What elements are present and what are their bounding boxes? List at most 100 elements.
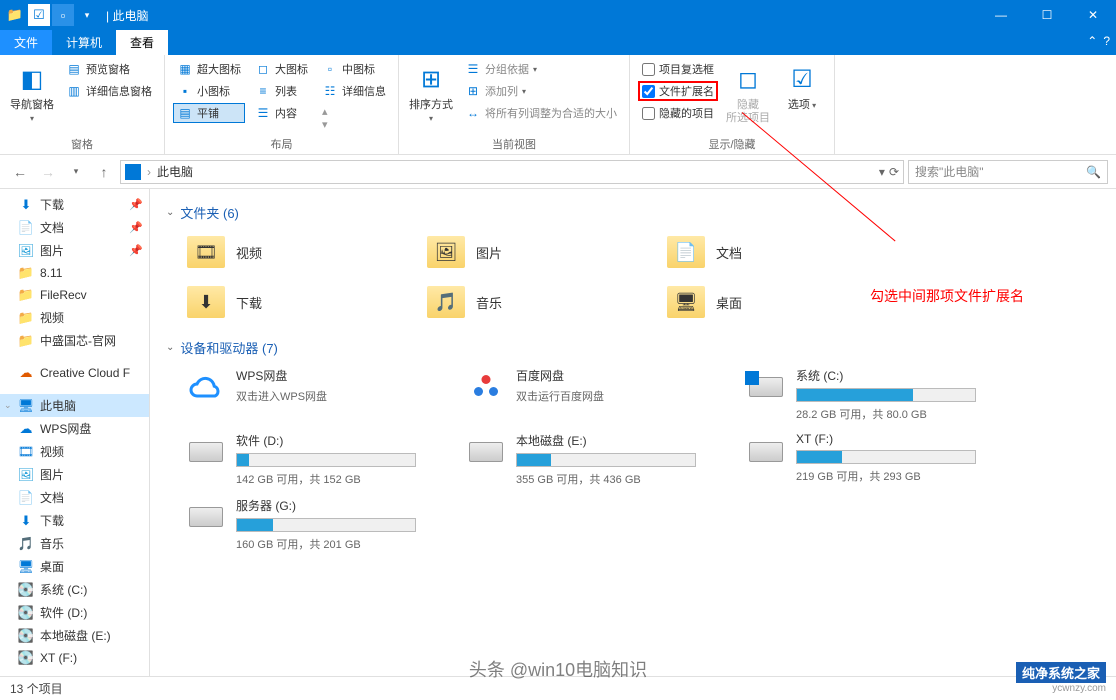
pin-icon: 📌 [129,198,143,211]
sidebar-item[interactable]: 📁中盛国芯-官网 [0,329,149,352]
sidebar-item[interactable]: 📄文档📌 [0,216,149,239]
sidebar-item-label: 软件 (D:) [40,604,87,621]
main-content: ⌄ 文件夹 (6) 🎞视频 🖼图片 📄 文档 ⬇下载 🎵 音乐 🖥桌面 ⌄ 设备和驱动器 (7… [150,189,1116,676]
folder-item[interactable]: 🎞视频 [186,232,386,272]
folder-icon: 🎵 [426,282,466,322]
add-columns-button: ⊞添加列 ▾ [461,81,621,101]
sidebar-item-icon: 💽 [18,605,34,621]
drive-item[interactable]: 本地磁盘 (E:)355 GB 可用，共 436 GB [466,432,706,487]
sidebar-item[interactable]: 🖥桌面 [0,555,149,578]
view-details[interactable]: ☷详细信息 [318,81,390,101]
tab-computer[interactable]: 计算机 [52,30,116,55]
sidebar-item[interactable]: 💽本地磁盘 (E:) [0,624,149,647]
folder-label: 图片 [476,243,502,262]
qat-properties-icon[interactable]: ☑ [28,4,50,26]
view-medium[interactable]: ▫中图标 [318,59,390,79]
sidebar-item[interactable]: 📁8.11 [0,262,149,284]
sidebar-item[interactable]: 📄文档 [0,486,149,509]
chk-file-extensions[interactable]: 文件扩展名 [638,81,718,101]
sidebar-item[interactable]: 🎵音乐 [0,532,149,555]
back-button[interactable]: ← [8,160,32,184]
drive-item[interactable]: 系统 (C:)28.2 GB 可用，共 80.0 GB [746,367,986,422]
sidebar-item-label: 系统 (C:) [40,581,87,598]
view-list[interactable]: ≡列表 [251,81,312,101]
up-button[interactable]: ↑ [92,160,116,184]
ribbon-collapse-icon[interactable]: ⌃ [1087,34,1097,48]
folders-header[interactable]: ⌄ 文件夹 (6) [166,203,1100,222]
qat-new-icon[interactable]: ▫ [52,4,74,26]
folder-item[interactable]: 🖥桌面 [666,282,866,322]
drive-item[interactable]: 软件 (D:)142 GB 可用，共 152 GB [186,432,426,487]
view-small[interactable]: ▪小图标 [173,81,245,101]
cloud-drive-item[interactable]: WPS网盘双击进入WPS网盘 [186,367,426,422]
chk-item-boxes[interactable]: 项目复选框 [638,59,718,79]
drive-name: 本地磁盘 (E:) [516,432,706,449]
folder-item[interactable]: 📄 文档 [666,232,866,272]
maximize-button[interactable]: ☐ [1024,0,1070,30]
ribbon-tabs: 文件 计算机 查看 ⌃ ? [0,30,1116,55]
group-layout-label: 布局 [173,134,390,152]
sidebar-item-icon: 🖼 [18,243,34,259]
options-button[interactable]: ☑ 选项 ▾ [778,59,826,116]
nav-pane-button[interactable]: ◧ 导航窗格 ▾ [8,59,56,129]
sidebar-item[interactable]: 📁视频 [0,306,149,329]
drive-item[interactable]: XT (F:)219 GB 可用，共 293 GB [746,432,986,487]
breadcrumb[interactable]: 此电脑 [157,163,193,180]
drive-bar [236,518,416,532]
sidebar-item-icon: 📄 [18,220,34,236]
cloud-drive-item[interactable]: 百度网盘双击运行百度网盘 [466,367,706,422]
search-icon[interactable]: 🔍 [1086,165,1101,179]
sort-button[interactable]: ⊞ 排序方式 ▾ [407,59,455,129]
address-dropdown-icon[interactable]: ▾ [879,165,885,179]
qat-dropdown-icon[interactable]: ▾ [76,4,98,26]
qat-explorer-icon[interactable]: 📁 [4,4,26,26]
address-box[interactable]: › 此电脑 ▾ ⟳ [120,160,904,184]
sidebar-item[interactable]: 🎞视频 [0,440,149,463]
view-tiles[interactable]: ▤平铺 [173,103,245,123]
folder-item[interactable]: ⬇下载 [186,282,386,322]
sidebar-item[interactable]: 💽XT (F:) [0,647,149,669]
recent-button[interactable]: ▾ [64,160,88,184]
nav-sidebar[interactable]: ⬇下载📌📄文档📌🖼图片📌📁8.11📁FileRecv📁视频📁中盛国芯-官网☁Cr… [0,189,150,676]
drive-sub: 双击进入WPS网盘 [236,388,426,404]
sidebar-item-icon: 🎞 [18,444,34,460]
sidebar-item[interactable]: ☁WPS网盘 [0,417,149,440]
drive-item[interactable]: 服务器 (G:)160 GB 可用，共 201 GB [186,497,426,552]
group-by-button[interactable]: ☰分组依据 ▾ [461,59,621,79]
hide-selected-button[interactable]: ◻ 隐藏 所选项目 [724,59,772,129]
view-content[interactable]: ☰内容 [251,103,312,123]
refresh-icon[interactable]: ⟳ [889,165,899,179]
sidebar-item[interactable]: 💽 软件 (D:) [0,601,149,624]
drive-free: 219 GB 可用，共 293 GB [796,468,986,484]
preview-pane-button[interactable]: ▤预览窗格 [62,59,156,79]
folder-label: 音乐 [476,293,502,312]
folder-label: 下载 [236,293,262,312]
sidebar-item[interactable]: 📁FileRecv [0,284,149,306]
chk-hidden-items[interactable]: 隐藏的项目 [638,103,718,123]
folder-item[interactable]: 🖼图片 [426,232,626,272]
sidebar-item[interactable]: ⌄🖥此电脑 [0,394,149,417]
tab-file[interactable]: 文件 [0,30,52,55]
drives-header[interactable]: ⌄ 设备和驱动器 (7) [166,338,1100,357]
forward-button[interactable]: → [36,160,60,184]
view-large[interactable]: ◻大图标 [251,59,312,79]
folder-icon: 📄 [666,232,706,272]
sidebar-item[interactable]: ⬇下载📌 [0,193,149,216]
close-button[interactable]: ✕ [1070,0,1116,30]
view-more[interactable]: ▴▾ [318,103,390,133]
search-input[interactable]: 搜索"此电脑" 🔍 [908,160,1108,184]
sidebar-item[interactable]: ⬇下载 [0,509,149,532]
sort-icon: ⊞ [415,63,447,95]
details-pane-button[interactable]: ▥详细信息窗格 [62,81,156,101]
sidebar-item[interactable]: 💽系统 (C:) [0,578,149,601]
tab-view[interactable]: 查看 [116,30,168,55]
sidebar-item[interactable]: 🖼图片📌 [0,239,149,262]
sidebar-item[interactable]: ☁Creative Cloud F [0,362,149,384]
folder-item[interactable]: 🎵 音乐 [426,282,626,322]
view-xlarge[interactable]: ▦超大图标 [173,59,245,79]
sidebar-item[interactable]: 🖼图片 [0,463,149,486]
minimize-button[interactable]: — [978,0,1024,30]
folder-label: 文档 [716,243,742,262]
help-icon[interactable]: ? [1103,34,1110,48]
sidebar-item-label: Creative Cloud F [40,366,130,380]
